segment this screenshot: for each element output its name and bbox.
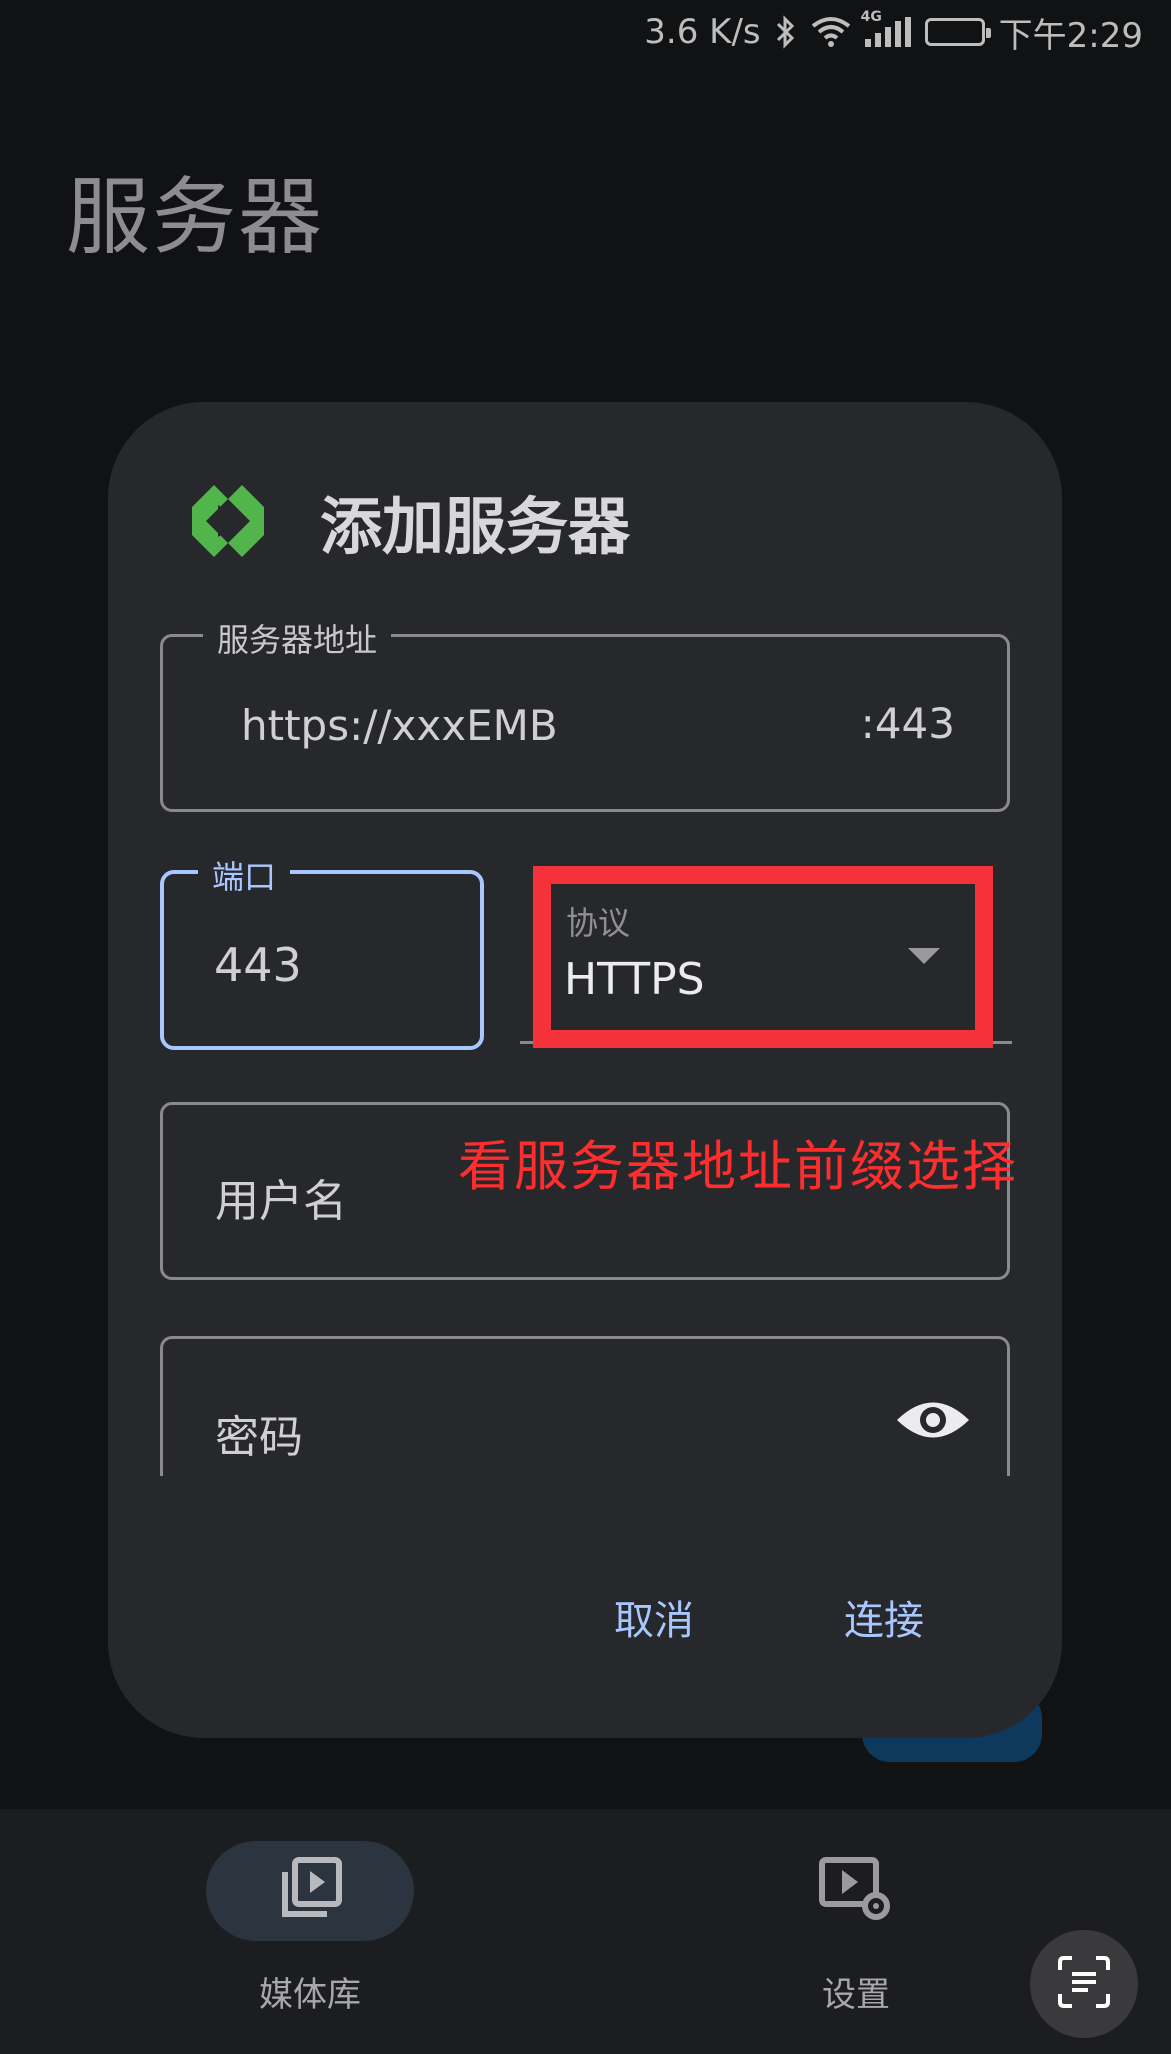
server-address-value: https://xxxEMB bbox=[241, 701, 558, 750]
bottom-nav: 媒体库 设置 bbox=[0, 1809, 1171, 2054]
page-title: 服务器 bbox=[66, 168, 325, 266]
cancel-button[interactable]: 取消 bbox=[614, 1588, 694, 1646]
server-address-field[interactable]: 服务器地址 https://xxxEMB :443 bbox=[160, 615, 1010, 812]
server-address-port-suffix: :443 bbox=[860, 699, 955, 748]
media-library-icon bbox=[275, 1854, 345, 1928]
scan-button[interactable] bbox=[1030, 1930, 1138, 2038]
port-value: 443 bbox=[214, 938, 302, 992]
nav-label-settings: 设置 bbox=[822, 1975, 890, 2015]
username-placeholder: 用户名 bbox=[215, 1176, 347, 1227]
emby-logo-icon bbox=[188, 481, 268, 561]
port-label: 端口 bbox=[198, 852, 291, 898]
annotation-text: 看服务器地址前缀选择 bbox=[458, 1135, 1018, 1198]
nav-label-media-library: 媒体库 bbox=[259, 1975, 361, 2015]
nav-active-indicator bbox=[206, 1841, 414, 1941]
wifi-icon bbox=[811, 16, 851, 48]
signal-icon: 4G bbox=[861, 9, 911, 47]
eye-icon[interactable] bbox=[895, 1397, 971, 1447]
connect-button[interactable]: 连接 bbox=[844, 1588, 924, 1646]
nav-item-settings[interactable]: 设置 bbox=[746, 1809, 966, 2016]
status-bar: 3.6 K/s 4G 下午2:29 bbox=[0, 0, 1171, 64]
nav-item-media-library[interactable]: 媒体库 bbox=[200, 1809, 420, 2016]
settings-icon bbox=[818, 1854, 894, 1928]
network-type: 4G bbox=[860, 9, 882, 25]
clock: 下午2:29 bbox=[998, 15, 1143, 56]
highlight-box bbox=[533, 866, 993, 1048]
port-field[interactable]: 端口 443 bbox=[160, 852, 484, 1050]
server-address-label: 服务器地址 bbox=[203, 615, 392, 661]
dialog-title: 添加服务器 bbox=[320, 490, 631, 563]
battery-icon bbox=[924, 18, 991, 46]
dialog-header: 添加服务器 bbox=[188, 476, 630, 566]
password-field[interactable]: 密码 bbox=[160, 1336, 1010, 1476]
bluetooth-icon bbox=[775, 15, 797, 49]
scan-icon bbox=[1056, 1954, 1112, 2014]
add-server-dialog: 添加服务器 服务器地址 https://xxxEMB :443 端口 443 协… bbox=[108, 402, 1062, 1738]
password-placeholder: 密码 bbox=[215, 1412, 303, 1463]
dialog-actions: 取消 连接 bbox=[614, 1588, 924, 1646]
net-speed: 3.6 K/s bbox=[644, 12, 761, 52]
